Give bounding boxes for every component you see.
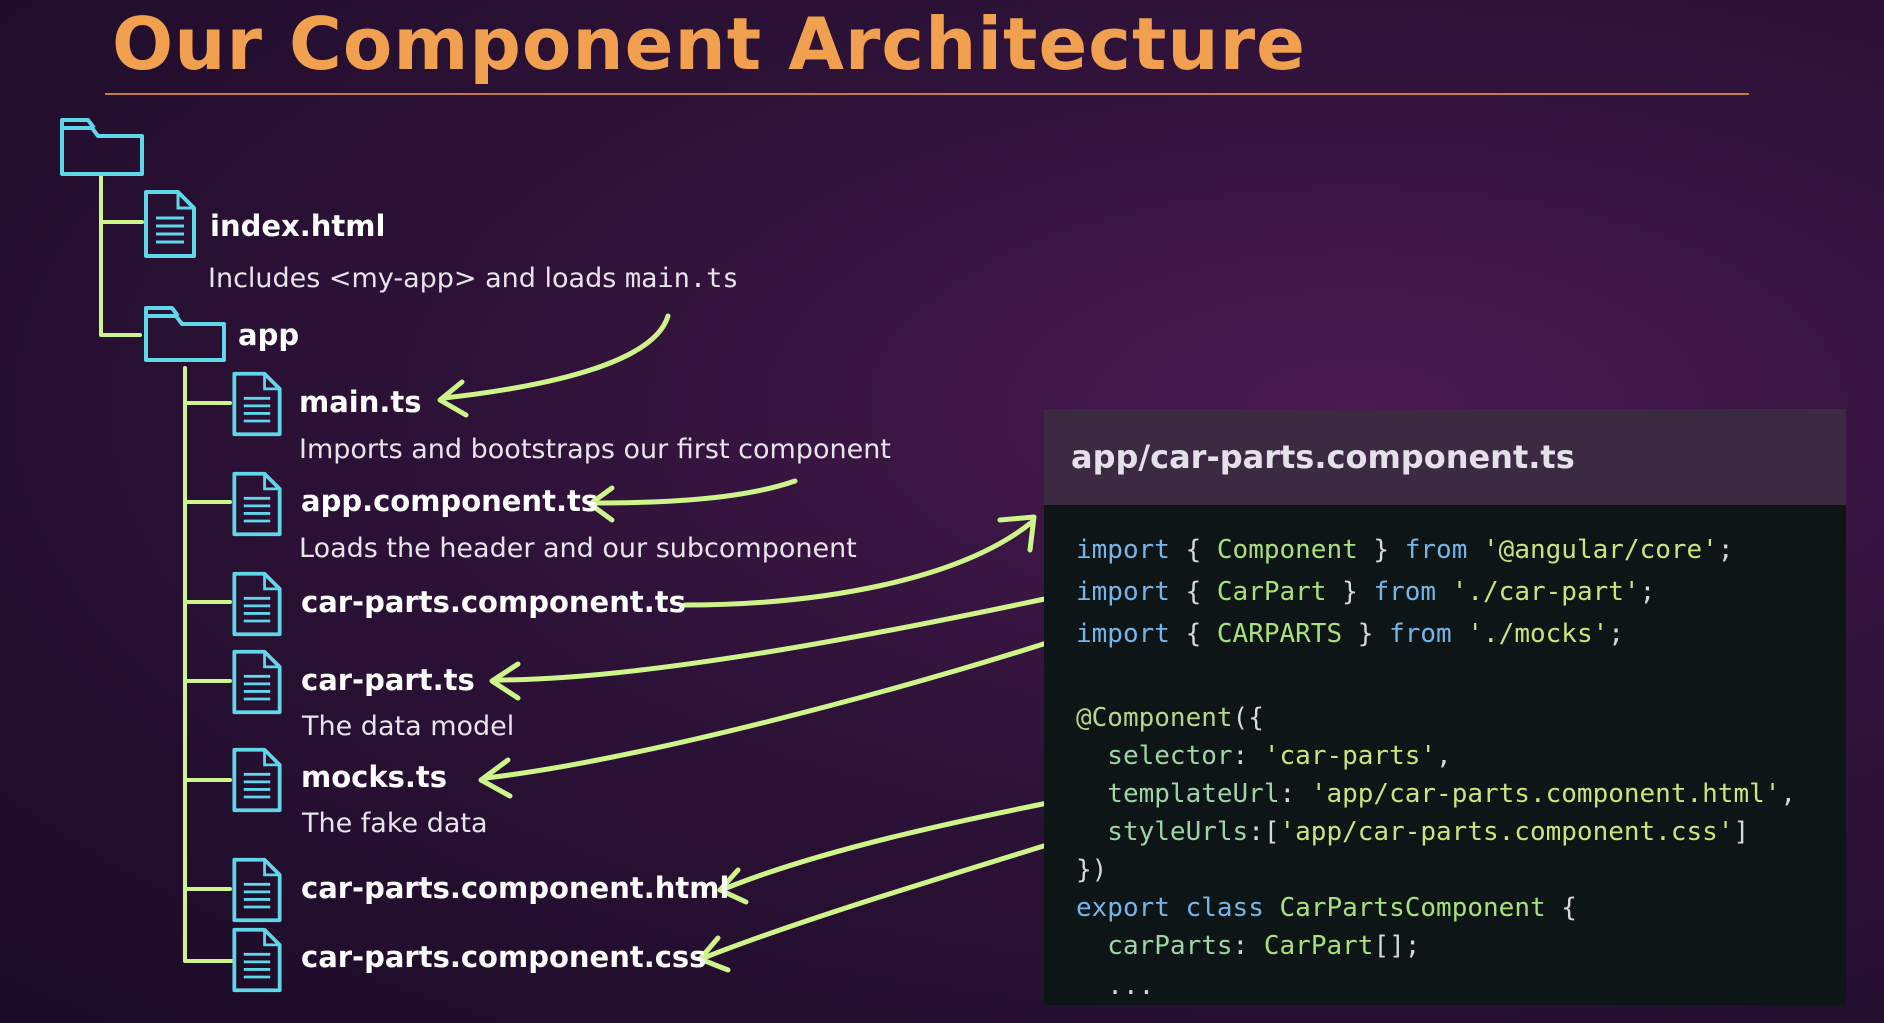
- code-token: }: [1326, 577, 1374, 607]
- code-token: import: [1076, 619, 1170, 649]
- file-desc-app-component-ts: Loads the header and our subcomponent: [299, 533, 857, 564]
- code-token: './car-part': [1451, 577, 1640, 607]
- file-label-car-parts-component-css: car-parts.component.css: [301, 940, 707, 974]
- code-line: selector: 'car-parts',: [1076, 741, 1452, 771]
- code-token: from: [1373, 577, 1437, 607]
- code-token: CARPARTS: [1216, 619, 1343, 649]
- code-token: }: [1342, 619, 1390, 649]
- code-token: from: [1404, 535, 1468, 565]
- code-token: {: [1169, 619, 1217, 649]
- code-token: :: [1232, 931, 1264, 961]
- code-token: ;: [1717, 535, 1734, 565]
- file-label-car-parts-component-html: car-parts.component.html: [301, 871, 730, 905]
- file-icon: [232, 371, 282, 437]
- file-icon: [232, 471, 282, 537]
- arrow-to-mocks: [483, 637, 1059, 781]
- desc-code: main.ts: [624, 263, 739, 294]
- code-token: ({: [1232, 703, 1264, 733]
- code-token: export: [1076, 893, 1170, 923]
- code-token: 'app/car-parts.component.html': [1310, 779, 1781, 809]
- file-desc-mocks-ts: The fake data: [302, 808, 488, 839]
- code-token: @Component: [1076, 703, 1233, 733]
- code-token: {: [1545, 893, 1577, 923]
- code-panel-filename: app/car-parts.component.ts: [1071, 438, 1575, 476]
- code-token: 'car-parts': [1263, 741, 1437, 771]
- file-desc-main-ts: Imports and bootstraps our first compone…: [299, 434, 891, 465]
- code-token: :: [1232, 741, 1264, 771]
- code-token: ]: [1733, 817, 1750, 847]
- file-desc-index-html: Includes <my-app> and loads main.ts: [208, 263, 739, 294]
- code-token: [];: [1373, 931, 1421, 961]
- code-token: './mocks': [1467, 619, 1609, 649]
- code-token: CarPartsComponent: [1279, 893, 1546, 923]
- file-desc-car-part-ts: The data model: [302, 711, 515, 742]
- code-token: Component: [1216, 535, 1358, 565]
- code-token: ,: [1436, 741, 1452, 771]
- code-token: 'app/car-parts.component.css': [1279, 817, 1734, 847]
- code-line: export class CarPartsComponent {: [1076, 893, 1577, 923]
- file-label-car-part-ts: car-part.ts: [301, 663, 475, 697]
- code-panel-header: app/car-parts.component.ts: [1044, 409, 1846, 505]
- code-token: CarPart: [1263, 931, 1374, 961]
- code-token: import: [1076, 535, 1170, 565]
- code-line: import { Component } from '@angular/core…: [1076, 535, 1734, 565]
- code-line: ...: [1076, 971, 1154, 1001]
- code-token: '@angular/core': [1483, 535, 1718, 565]
- code-token: from: [1389, 619, 1452, 649]
- code-line: carParts: CarPart[];: [1076, 931, 1420, 961]
- code-token: CarPart: [1216, 577, 1327, 607]
- code-panel: import { Component } from '@angular/core…: [1044, 505, 1846, 1005]
- folder-icon: [144, 306, 226, 362]
- file-label-car-parts-component-ts: car-parts.component.ts: [301, 585, 686, 619]
- code-line: }): [1076, 855, 1107, 885]
- code-token: import: [1076, 577, 1170, 607]
- code-token: }): [1076, 855, 1108, 885]
- file-icon: [232, 571, 282, 637]
- code-token: ...: [1076, 971, 1155, 1001]
- desc-text: Includes <my-app> and loads: [208, 263, 625, 294]
- code-token: selector: [1076, 741, 1233, 771]
- code-token: templateUrl: [1076, 779, 1280, 809]
- code-token: ;: [1608, 619, 1624, 649]
- arrow-to-main-ts: [441, 313, 671, 401]
- file-icon: [232, 857, 282, 923]
- tree-trunk-app: [183, 366, 234, 963]
- file-label-mocks-ts: mocks.ts: [301, 760, 448, 794]
- code-token: ;: [1639, 577, 1656, 607]
- code-line: templateUrl: 'app/car-parts.component.ht…: [1076, 779, 1796, 809]
- file-label-app-component-ts: app.component.ts: [301, 484, 599, 518]
- code-token: {: [1169, 535, 1217, 565]
- file-label-main-ts: main.ts: [299, 385, 422, 419]
- code-line: import { CarPart } from './car-part';: [1076, 577, 1655, 607]
- file-icon: [232, 747, 282, 813]
- code-line: import { CARPARTS } from './mocks';: [1076, 619, 1624, 649]
- code-token: {: [1169, 577, 1217, 607]
- file-icon: [144, 190, 196, 258]
- folder-icon: [60, 118, 144, 176]
- code-line: styleUrls:['app/car-parts.component.css'…: [1076, 817, 1749, 847]
- arrow-to-app-component: [590, 478, 798, 506]
- arrow-to-html: [721, 792, 1091, 892]
- code-token: :[: [1248, 817, 1280, 847]
- arrow-to-css: [703, 833, 1079, 960]
- file-icon: [232, 649, 282, 715]
- code-token: styleUrls: [1076, 817, 1249, 847]
- code-token: class: [1185, 893, 1264, 923]
- code-line: @Component({: [1076, 703, 1264, 733]
- code-token: }: [1357, 535, 1405, 565]
- code-token: carParts: [1076, 931, 1233, 961]
- folder-label-app: app: [238, 318, 300, 352]
- file-label-index-html: index.html: [210, 209, 386, 243]
- code-token: :: [1279, 779, 1311, 809]
- tree-trunk-root: [99, 174, 142, 337]
- file-icon: [232, 927, 282, 993]
- code-token: ,: [1780, 779, 1797, 809]
